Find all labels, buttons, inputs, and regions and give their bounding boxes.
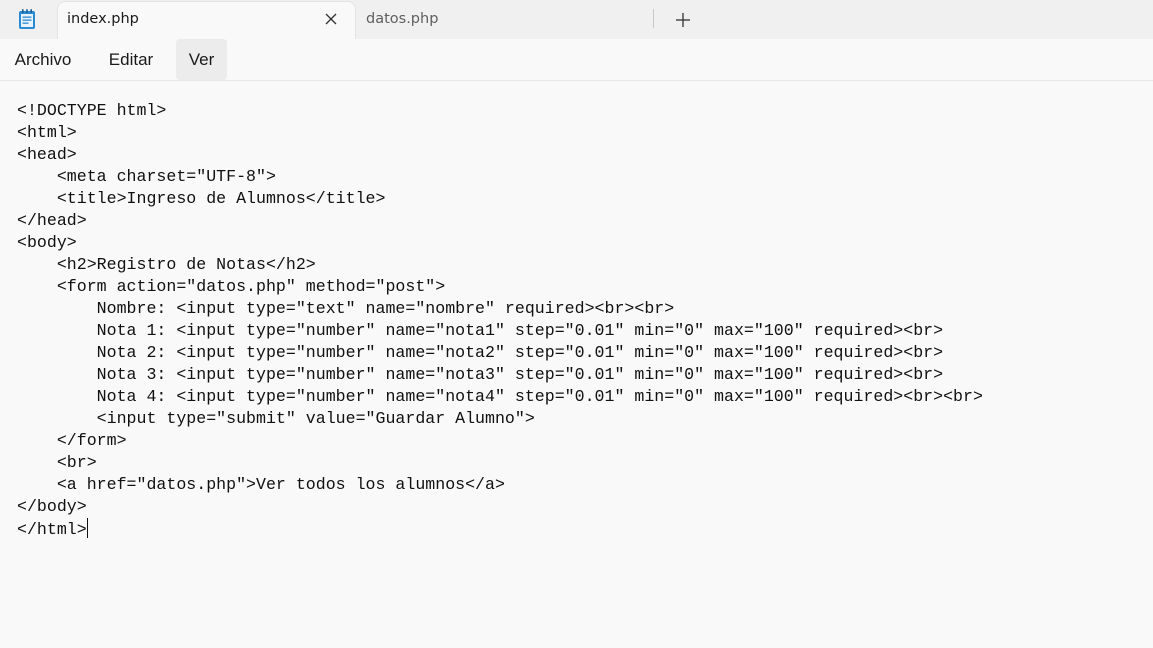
code-line: Nota 3: <input type="number" name="nota3… <box>17 365 944 384</box>
close-icon[interactable] <box>322 10 340 28</box>
tab-datos-php[interactable]: datos.php <box>356 1 656 39</box>
menu-archivo[interactable]: Archivo <box>3 39 83 80</box>
text-editor[interactable]: <!DOCTYPE html> <html> <head> <meta charse… <box>0 81 1153 648</box>
code-line: <form action="datos.php" method="post"> <box>17 277 446 296</box>
code-line: <head> <box>17 145 77 164</box>
tab-label: datos.php <box>366 11 439 27</box>
code-line: <input type="submit" value="Guardar Alum… <box>17 409 535 428</box>
code-line: <html> <box>17 123 77 142</box>
code-line: <meta charset="UTF-8"> <box>17 167 276 186</box>
menu-bar: Archivo Editar Ver <box>0 39 1153 81</box>
code-line: </form> <box>17 431 127 450</box>
code-line: </body> <box>17 497 87 516</box>
code-line-last: </html> <box>17 518 983 540</box>
plus-icon[interactable] <box>670 7 696 33</box>
code-line: <body> <box>17 233 77 252</box>
code-line: Nota 1: <input type="number" name="nota1… <box>17 321 944 340</box>
code-line: <a href="datos.php">Ver todos los alumno… <box>17 475 505 494</box>
menu-ver[interactable]: Ver <box>176 39 227 80</box>
code-line: Nota 2: <input type="number" name="nota2… <box>17 343 944 362</box>
code-line: <!DOCTYPE html> <box>17 101 167 120</box>
code-line: Nota 4: <input type="number" name="nota4… <box>17 387 983 406</box>
menu-editar[interactable]: Editar <box>95 39 167 80</box>
editor-content[interactable]: <!DOCTYPE html> <html> <head> <meta charse… <box>17 100 983 540</box>
code-line: Nombre: <input type="text" name="nombre"… <box>17 299 675 318</box>
code-line-text: </html> <box>17 520 87 539</box>
tab-label: index.php <box>67 11 139 27</box>
code-line: <br> <box>17 453 97 472</box>
code-line: </head> <box>17 211 87 230</box>
text-caret <box>86 518 88 538</box>
code-line: <h2>Registro de Notas</h2> <box>17 255 316 274</box>
tab-divider <box>653 9 654 28</box>
notepad-icon <box>17 8 37 30</box>
title-bar: index.php datos.php <box>0 0 1153 40</box>
tab-index-php[interactable]: index.php <box>57 1 356 39</box>
code-line: <title>Ingreso de Alumnos</title> <box>17 189 386 208</box>
